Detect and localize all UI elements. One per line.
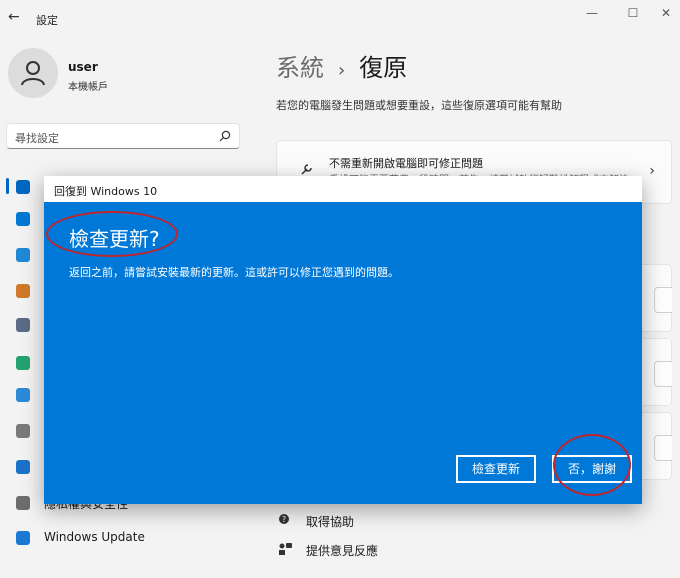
gaming-icon — [16, 424, 30, 438]
close-icon[interactable]: ✕ — [656, 6, 676, 20]
bluetooth-icon — [16, 212, 30, 226]
accounts-icon — [16, 356, 30, 370]
apps-icon — [16, 318, 30, 332]
no-thanks-button[interactable]: 否，謝謝 — [552, 455, 632, 483]
give-feedback-link[interactable]: 提供意見反應 — [306, 542, 378, 559]
recovery-option-button[interactable] — [654, 435, 672, 461]
dialog-title-bar: 回復到 Windows 10 — [44, 176, 642, 202]
accessibility-icon — [16, 460, 30, 474]
time-language-icon — [16, 388, 30, 402]
search-icon — [219, 130, 231, 142]
sidebar-item-label[interactable]: Windows Update — [44, 530, 145, 544]
fix-card-title: 不需重新開啟電腦即可修正問題 — [329, 157, 483, 170]
dialog-heading: 檢查更新? — [69, 227, 160, 251]
search-input[interactable]: 尋找設定 — [6, 123, 240, 149]
breadcrumb-parent[interactable]: 系統 — [276, 54, 324, 82]
person-icon — [21, 61, 45, 86]
svg-text:?: ? — [282, 515, 286, 524]
recovery-option-button[interactable] — [654, 361, 672, 387]
app-title: 設定 — [36, 14, 58, 27]
windows-update-icon — [16, 531, 30, 545]
avatar[interactable] — [8, 48, 58, 98]
page-title: 復原 — [359, 54, 408, 82]
title-bar: ← 設定 — ☐ ✕ — [0, 0, 680, 34]
breadcrumb: 系統 › 復原 — [276, 48, 407, 83]
maximize-icon[interactable]: ☐ — [623, 6, 643, 20]
display-icon — [16, 180, 30, 194]
recovery-option-button[interactable] — [654, 287, 672, 313]
user-name: user — [68, 60, 98, 74]
wrench-icon — [301, 164, 312, 175]
wifi-icon — [16, 248, 30, 262]
back-arrow-icon[interactable]: ← — [8, 10, 22, 24]
page-subtitle: 若您的電腦發生問題或想要重設，這些復原選項可能有幫助 — [276, 99, 562, 112]
minimize-icon[interactable]: — — [582, 6, 602, 20]
nav-selection-indicator — [6, 178, 9, 194]
search-placeholder: 尋找設定 — [15, 132, 59, 145]
account-type: 本機帳戶 — [68, 82, 108, 93]
dialog-body-text: 返回之前，請嘗試安裝最新的更新。這或許可以修正您遇到的問題。 — [69, 266, 399, 279]
get-help-link[interactable]: 取得協助 — [306, 513, 354, 530]
privacy-security-icon — [16, 496, 30, 510]
breadcrumb-separator: › — [338, 60, 346, 81]
revert-dialog: 回復到 Windows 10 檢查更新? 返回之前，請嘗試安裝最新的更新。這或許… — [44, 176, 642, 504]
feedback-icon — [279, 543, 292, 555]
check-updates-button[interactable]: 檢查更新 — [456, 455, 536, 483]
help-icon: ? — [279, 514, 289, 524]
chevron-right-icon: › — [649, 163, 655, 179]
dialog-title: 回復到 Windows 10 — [54, 185, 158, 198]
brush-icon — [16, 284, 30, 298]
